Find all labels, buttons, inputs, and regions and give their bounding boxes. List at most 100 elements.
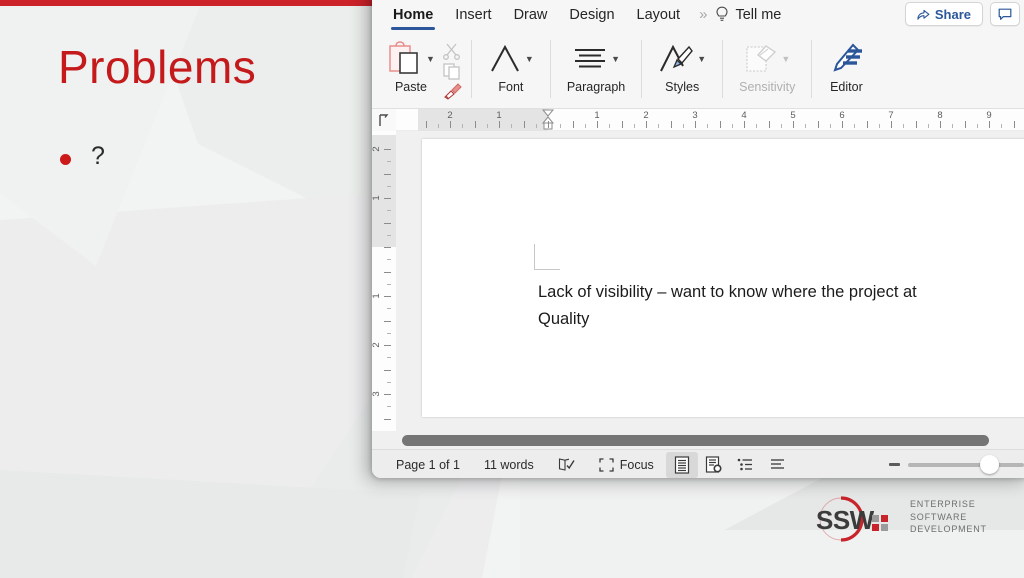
ruler-number: 3 xyxy=(372,391,382,396)
comments-button[interactable] xyxy=(990,2,1020,26)
ruler-tick xyxy=(867,121,868,128)
font-label: Font xyxy=(498,80,523,94)
editor-icon xyxy=(828,42,864,76)
ruler-number: 2 xyxy=(447,110,452,121)
document-page[interactable]: Lack of visibility – want to know where … xyxy=(422,139,1024,417)
share-button[interactable]: Share xyxy=(905,2,983,26)
ssw-logo: SSW ENTERPRISE SOFTWARE DEVELOPMENT xyxy=(814,492,1004,548)
horizontal-scrollbar-track[interactable] xyxy=(402,435,1024,446)
styles-caret-icon[interactable]: ▼ xyxy=(697,55,706,64)
editor-button[interactable]: Editor xyxy=(821,32,871,108)
focus-mode-button[interactable]: Focus xyxy=(587,450,666,479)
ruler-tick xyxy=(387,210,391,211)
copy-icon[interactable] xyxy=(442,62,462,80)
ruler-tick xyxy=(830,124,831,128)
paragraph-icon xyxy=(572,44,608,74)
ruler-tick xyxy=(646,121,647,128)
ruler-tick xyxy=(387,284,391,285)
paste-button[interactable]: ▼ Paste xyxy=(380,32,442,108)
ruler-tick xyxy=(573,121,574,128)
horizontal-ruler[interactable]: 21123456789 xyxy=(396,109,1024,131)
tell-me-button[interactable]: Tell me xyxy=(711,6,787,30)
ruler-tick xyxy=(989,121,990,128)
ruler-tick xyxy=(928,124,929,128)
tab-draw[interactable]: Draw xyxy=(503,7,559,30)
styles-button[interactable]: ▼ Styles xyxy=(651,32,713,108)
paragraph-button[interactable]: ▼ Paragraph xyxy=(560,32,632,108)
format-painter-icon[interactable] xyxy=(442,82,462,100)
paragraph-caret-icon[interactable]: ▼ xyxy=(611,55,620,64)
ribbon-overflow-icon[interactable]: » xyxy=(691,6,711,30)
ruler-tick xyxy=(916,121,917,128)
ruler-tick xyxy=(854,124,855,128)
page-count-label[interactable]: Page 1 of 1 xyxy=(384,450,472,479)
tab-insert[interactable]: Insert xyxy=(444,7,502,30)
editor-glyph xyxy=(828,36,864,82)
ruler-tick xyxy=(384,272,391,273)
tab-design[interactable]: Design xyxy=(558,7,625,30)
sensitivity-button[interactable]: ▼ Sensitivity xyxy=(732,32,802,108)
document-text[interactable]: Lack of visibility – want to know where … xyxy=(538,279,1024,333)
tab-layout[interactable]: Layout xyxy=(626,7,692,30)
web-layout-icon xyxy=(705,456,723,474)
print-layout-view-button[interactable] xyxy=(666,452,698,478)
ruler-tick xyxy=(384,419,391,420)
sensitivity-glyph: ▼ xyxy=(744,36,790,82)
ssw-tagline-line-2: SOFTWARE xyxy=(910,511,987,524)
ruler-tick xyxy=(879,124,880,128)
print-layout-icon xyxy=(674,456,690,474)
ruler-tick xyxy=(384,149,391,150)
ruler-number: 6 xyxy=(839,110,844,121)
ruler-tick xyxy=(450,121,451,128)
zoom-slider-handle[interactable] xyxy=(980,455,999,474)
ssw-logo-mark: SSW xyxy=(814,494,900,544)
ruler-tick xyxy=(634,124,635,128)
ruler-tick xyxy=(756,124,757,128)
ruler-tick xyxy=(732,124,733,128)
ruler-tick xyxy=(387,161,391,162)
paste-glyph: ▼ xyxy=(387,36,435,82)
horizontal-scrollbar-thumb[interactable] xyxy=(402,435,989,446)
ruler-tick xyxy=(609,124,610,128)
ruler-tick xyxy=(965,121,966,128)
ruler-tick xyxy=(387,308,391,309)
draft-icon xyxy=(769,457,786,472)
font-caret-icon[interactable]: ▼ xyxy=(525,55,534,64)
ruler-number: 1 xyxy=(372,195,382,200)
ruler-tick xyxy=(387,382,391,383)
draft-view-button[interactable] xyxy=(762,452,794,478)
cut-icon[interactable] xyxy=(442,42,462,60)
ribbon-tab-bar: Home Insert Draw Design Layout » Tell me xyxy=(372,0,1024,30)
proofing-status-button[interactable] xyxy=(546,450,587,479)
margin-corner-marker xyxy=(534,244,560,270)
comment-icon xyxy=(998,8,1012,21)
ruler-number: 4 xyxy=(741,110,746,121)
font-button[interactable]: ▼ Font xyxy=(481,32,541,108)
zoom-out-button[interactable] xyxy=(889,463,900,466)
ruler-tick xyxy=(695,121,696,128)
ruler-tick xyxy=(769,121,770,128)
zoom-slider-track[interactable] xyxy=(908,463,1024,467)
ruler-tick xyxy=(793,121,794,128)
tab-stop-icon xyxy=(378,114,390,127)
ruler-tick xyxy=(744,121,745,128)
ruler-tick xyxy=(387,235,391,236)
document-canvas[interactable]: Lack of visibility – want to know where … xyxy=(396,131,1024,431)
vertical-ruler[interactable]: 21123 xyxy=(372,131,396,431)
web-layout-view-button[interactable] xyxy=(698,452,730,478)
ruler-tick xyxy=(952,124,953,128)
ruler-tick xyxy=(384,370,391,371)
outline-view-button[interactable] xyxy=(730,452,762,478)
ruler-tick xyxy=(384,345,391,346)
tab-stop-selector[interactable] xyxy=(372,109,396,131)
ruler-tick xyxy=(487,124,488,128)
ruler-number: 2 xyxy=(372,146,382,151)
ruler-tick xyxy=(548,121,549,128)
horizontal-scrollbar[interactable] xyxy=(372,431,1024,449)
ruler-tick xyxy=(384,321,391,322)
word-count-label[interactable]: 11 words xyxy=(472,450,546,479)
zoom-control[interactable] xyxy=(889,463,1024,467)
sensitivity-caret-icon[interactable]: ▼ xyxy=(781,55,790,64)
tab-home[interactable]: Home xyxy=(382,7,444,30)
paste-caret-icon[interactable]: ▼ xyxy=(426,55,435,64)
